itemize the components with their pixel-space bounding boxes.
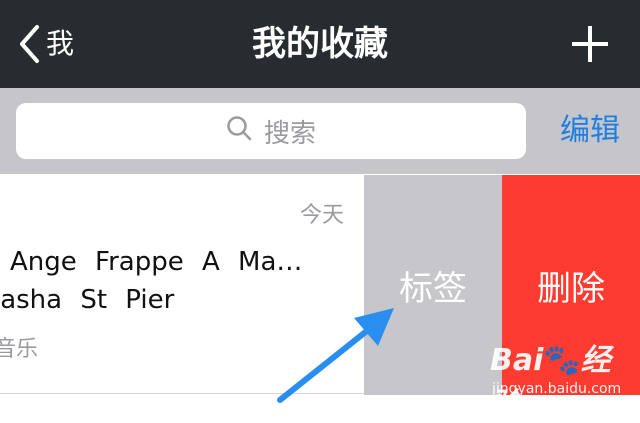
list-item[interactable]: 今天 Ange Frappe A Ma… tasha St Pier 音乐 [0, 175, 364, 395]
add-button[interactable] [570, 24, 610, 64]
delete-button[interactable]: 删除 [502, 175, 640, 395]
row-divider [0, 393, 364, 394]
back-label: 我 [46, 27, 75, 60]
item-title-line1: Ange Frappe A Ma… [10, 247, 303, 277]
item-category: 音乐 [0, 337, 39, 362]
back-button[interactable]: 我 [18, 22, 74, 66]
item-date: 今天 [299, 203, 344, 228]
search-icon [226, 115, 264, 148]
edit-button[interactable]: 编辑 [545, 88, 635, 174]
page-title: 我的收藏 [252, 24, 388, 64]
chevron-left-icon [18, 24, 40, 64]
plus-icon [570, 26, 610, 68]
tag-button[interactable]: 标签 [364, 175, 502, 395]
search-input[interactable]: 搜索 [16, 103, 526, 159]
navigation-bar: 我 我的收藏 [0, 0, 640, 88]
item-title-line2: tasha St Pier [0, 285, 175, 315]
search-placeholder: 搜索 [263, 118, 316, 149]
search-bar: 搜索 编辑 [0, 88, 640, 174]
